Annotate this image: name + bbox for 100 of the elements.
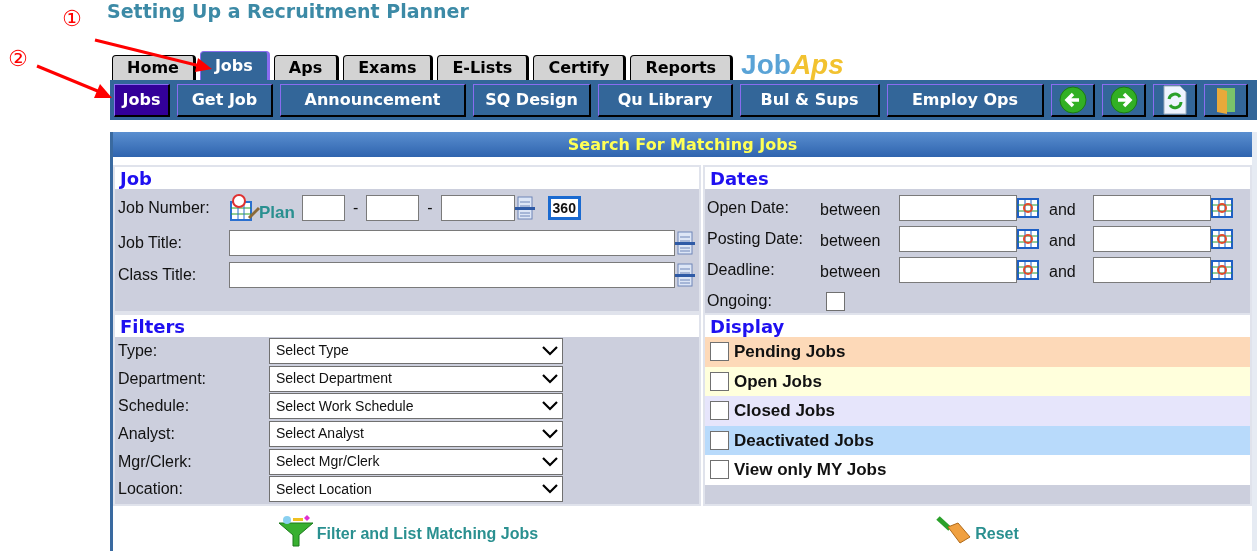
section-heading: Filters — [120, 314, 186, 339]
subnav-button[interactable]: Bul & Sups — [740, 83, 880, 117]
between-text: between — [820, 261, 882, 282]
dropdown[interactable]: Select Department — [269, 365, 563, 392]
display-option-row[interactable]: Deactivated Jobs — [705, 425, 1250, 455]
logo-text: JobAps — [741, 51, 844, 79]
and-text: and — [1048, 261, 1077, 282]
field-label: Job Number: — [118, 198, 211, 218]
field-label: Mgr/Clerk: — [118, 451, 193, 472]
list-icon[interactable] — [514, 196, 535, 220]
nav-tab[interactable]: Home — [112, 55, 196, 80]
nav-tab[interactable]: Jobs — [199, 51, 270, 80]
reset-link[interactable]: Reset — [936, 515, 1019, 547]
section-heading: Job — [120, 166, 152, 191]
refresh-page-icon — [1162, 84, 1187, 115]
input-field[interactable] — [1093, 225, 1211, 252]
calendar-icon[interactable] — [1017, 259, 1039, 280]
section-heading: Dates — [710, 166, 769, 191]
field-label: Deadline: — [707, 259, 776, 280]
list-icon[interactable] — [675, 263, 695, 287]
door-icon — [1214, 85, 1237, 114]
chevron-down-icon — [542, 484, 558, 495]
chevron-down-icon — [542, 373, 558, 384]
page-title: Setting Up a Recruitment Planner — [107, 0, 469, 22]
nav-tab[interactable]: Exams — [343, 55, 434, 80]
display-option-row[interactable]: Open Jobs — [705, 366, 1250, 396]
nav-tab[interactable]: Aps — [273, 55, 340, 80]
dropdown[interactable]: Select Mgr/Clerk — [269, 448, 563, 475]
input-field[interactable] — [1093, 194, 1211, 221]
and-text: and — [1048, 199, 1077, 220]
subnav-button[interactable]: SQ Design — [473, 83, 591, 117]
between-text: between — [820, 230, 882, 251]
option-label: Closed Jobs — [734, 400, 836, 422]
checkbox[interactable] — [826, 291, 845, 311]
calendar-icon[interactable] — [1017, 197, 1039, 218]
calendar-icon[interactable] — [1017, 228, 1039, 249]
display-option-row[interactable]: Closed Jobs — [705, 396, 1250, 426]
refresh-button[interactable] — [1153, 83, 1197, 117]
section-heading: Display — [710, 314, 785, 339]
input-field[interactable] — [440, 195, 515, 221]
checkbox[interactable] — [710, 401, 729, 421]
field-label: Class Title: — [118, 265, 198, 285]
input-field[interactable] — [899, 256, 1017, 283]
display-option-row[interactable]: Pending Jobs — [705, 337, 1250, 367]
field-label: Posting Date: — [707, 228, 805, 249]
exit-button[interactable] — [1204, 83, 1248, 117]
input-field[interactable] — [229, 230, 675, 256]
dropdown[interactable]: Select Location — [269, 476, 563, 503]
dropdown[interactable]: Select Analyst — [269, 420, 563, 447]
back-button[interactable] — [1051, 83, 1095, 117]
plan-icon[interactable] — [229, 194, 261, 222]
separator-text: - — [427, 198, 433, 218]
chevron-down-icon — [542, 345, 558, 356]
funnel-icon — [277, 515, 314, 547]
dropdown[interactable]: Select Type — [269, 337, 563, 364]
subnav-button[interactable]: Jobs — [114, 83, 170, 117]
checkbox[interactable] — [710, 430, 729, 450]
subnav-button[interactable]: Employ Ops — [887, 83, 1044, 117]
view-360-button[interactable]: 360 — [547, 196, 581, 220]
subnav-button[interactable]: Announcement — [280, 83, 466, 117]
separator-text: - — [352, 198, 359, 218]
between-text: between — [820, 199, 882, 220]
dropdown[interactable]: Select Work Schedule — [269, 393, 563, 420]
checkbox[interactable] — [710, 342, 729, 362]
nav-tab[interactable]: E-Lists — [437, 55, 530, 80]
checkbox[interactable] — [710, 371, 729, 391]
checkbox[interactable] — [710, 460, 729, 480]
callout-number: ② — [8, 48, 28, 70]
and-text: and — [1048, 230, 1077, 251]
field-label: Open Date: — [707, 197, 790, 218]
display-option-row[interactable]: View only MY Jobs — [705, 455, 1250, 485]
filter-link[interactable]: Filter and List Matching Jobs — [277, 515, 539, 547]
callout-number: ① — [62, 8, 82, 30]
calendar-icon[interactable] — [1211, 197, 1233, 218]
field-label: Location: — [118, 479, 184, 500]
field-label: Schedule: — [118, 396, 191, 417]
forward-button[interactable] — [1102, 83, 1146, 117]
input-field[interactable] — [301, 195, 345, 221]
option-label: Deactivated Jobs — [734, 429, 874, 452]
field-label: Department: — [118, 368, 208, 389]
input-field[interactable] — [1093, 256, 1211, 283]
chevron-down-icon — [542, 456, 558, 467]
nav-tab[interactable]: Reports — [630, 55, 734, 80]
nav-tab[interactable]: Certify — [533, 55, 627, 80]
list-icon[interactable] — [675, 231, 695, 255]
calendar-icon[interactable] — [1211, 228, 1233, 249]
input-field[interactable] — [366, 195, 420, 221]
subnav-button[interactable]: Qu Library — [598, 83, 733, 117]
option-label: Open Jobs — [734, 370, 822, 393]
chevron-down-icon — [542, 428, 558, 439]
input-field[interactable] — [229, 262, 675, 288]
calendar-icon[interactable] — [1211, 259, 1233, 280]
input-field[interactable] — [899, 194, 1017, 221]
field-label: Analyst: — [118, 423, 176, 444]
field-label: Ongoing: — [707, 291, 773, 311]
input-field[interactable] — [899, 225, 1017, 252]
option-label: View only MY Jobs — [734, 459, 887, 481]
chevron-down-icon — [542, 401, 558, 412]
subnav-button[interactable]: Get Job — [177, 83, 273, 117]
field-label: Type: — [118, 340, 159, 361]
